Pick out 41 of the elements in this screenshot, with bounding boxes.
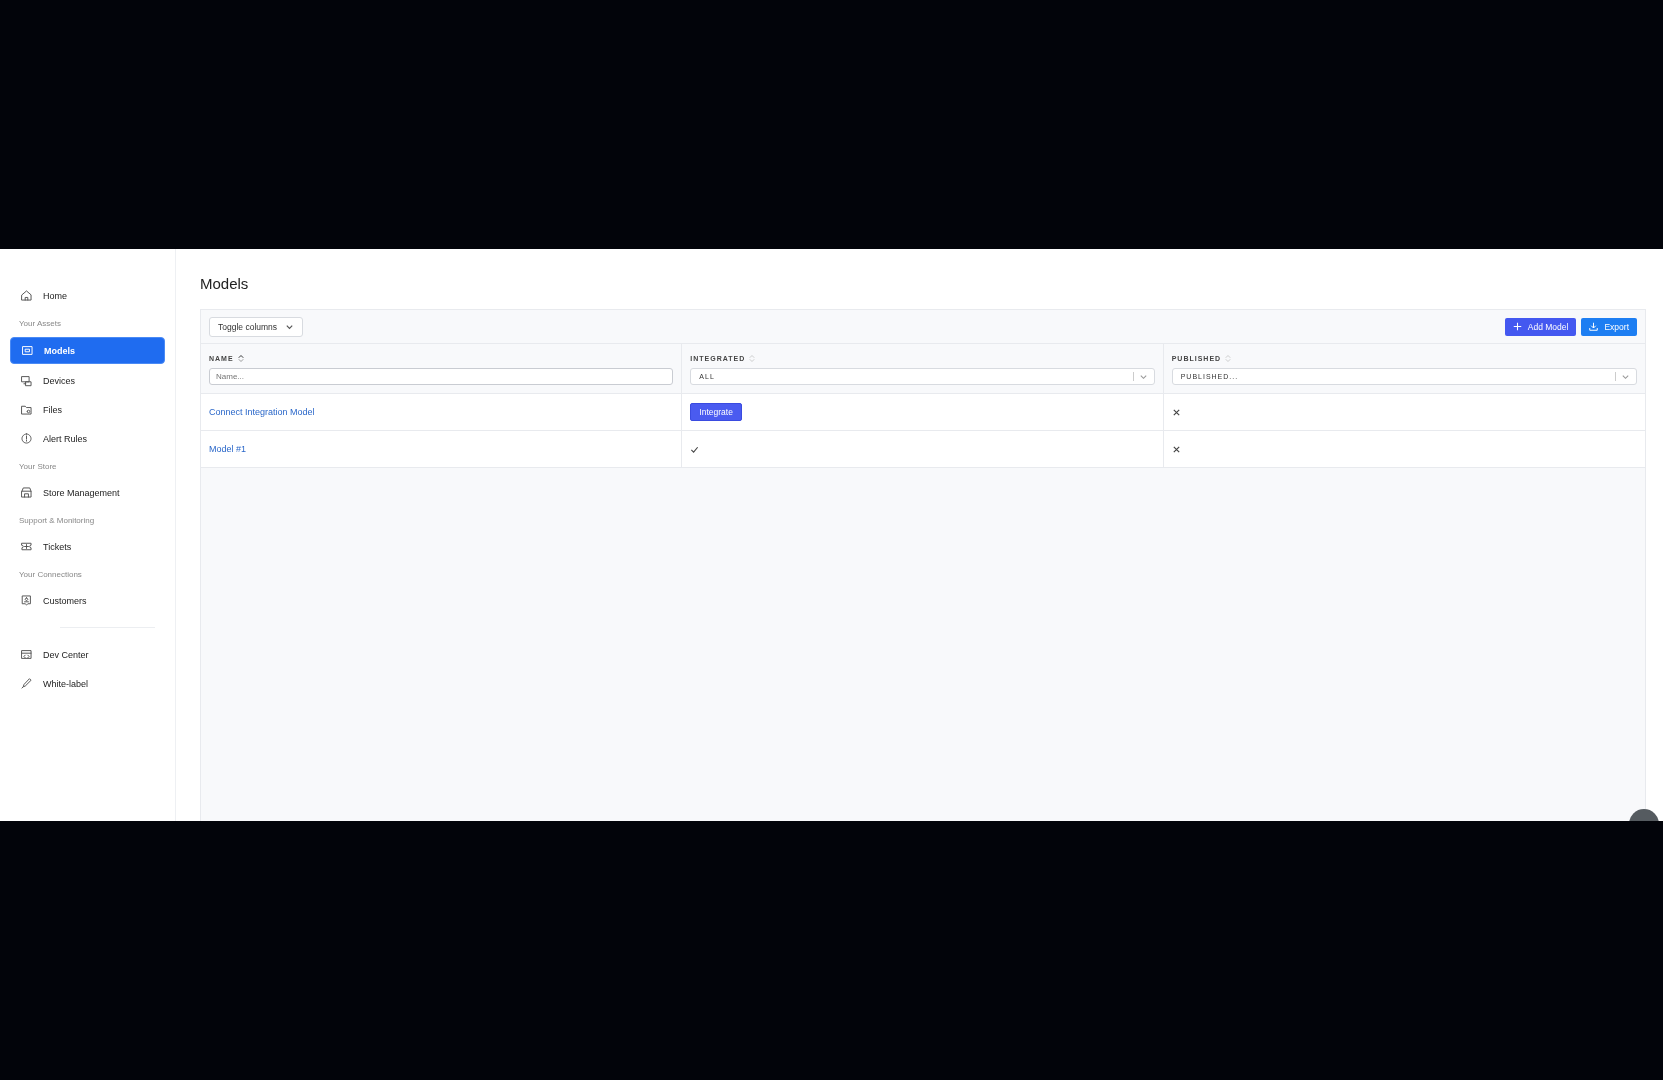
model-link[interactable]: Connect Integration Model xyxy=(209,407,315,417)
nav-icon xyxy=(20,677,33,690)
section-heading: Your Store xyxy=(18,461,58,473)
sidebar-item[interactable]: Dev Center xyxy=(10,642,165,667)
integrate-button[interactable]: Integrate xyxy=(690,403,742,421)
export-button[interactable]: Export xyxy=(1581,317,1637,336)
model-link[interactable]: Model #1 xyxy=(209,444,247,454)
sidebar-item[interactable]: Tickets xyxy=(10,534,165,559)
sort-icon[interactable] xyxy=(237,354,244,363)
nav-icon xyxy=(20,540,33,553)
chevron-icon xyxy=(1621,372,1630,381)
section-heading: Support & Monitoring xyxy=(18,515,96,527)
section-heading: Your Connections xyxy=(18,569,83,581)
sidebar-item[interactable]: Customers xyxy=(10,588,165,613)
plus-icon xyxy=(1512,322,1522,331)
download-icon xyxy=(1589,322,1599,331)
nav-icon xyxy=(20,648,33,661)
check-icon xyxy=(690,444,700,454)
add-button[interactable]: Add Model xyxy=(1504,317,1577,336)
sidebar-item[interactable]: Store Management xyxy=(10,480,165,505)
nav-icon xyxy=(20,374,33,387)
nav-icon xyxy=(20,403,33,416)
toggle-columns-button[interactable]: Toggle columns xyxy=(209,316,304,337)
chevron-icon xyxy=(285,322,295,331)
close-icon xyxy=(1171,407,1181,417)
section-heading: Your Assets xyxy=(18,318,62,330)
sidebar-item[interactable]: Home xyxy=(10,283,165,308)
sidebar-item[interactable]: Alert Rules xyxy=(10,426,165,451)
nav-icon xyxy=(21,344,34,357)
sidebar-item[interactable]: White-label xyxy=(10,671,165,696)
name-filter-field[interactable]: Name... xyxy=(209,368,674,385)
chevron-icon xyxy=(1138,372,1148,381)
sidebar-item[interactable]: Devices xyxy=(10,368,165,393)
sidebar-item[interactable]: Models xyxy=(10,337,165,364)
sidebar-item[interactable]: Files xyxy=(10,397,165,422)
nav-icon xyxy=(20,486,33,499)
page-title: Models xyxy=(200,275,250,292)
nav-icon xyxy=(20,432,33,445)
nav-icon xyxy=(20,594,33,607)
close-icon xyxy=(1171,444,1181,454)
nav-icon xyxy=(20,289,33,302)
